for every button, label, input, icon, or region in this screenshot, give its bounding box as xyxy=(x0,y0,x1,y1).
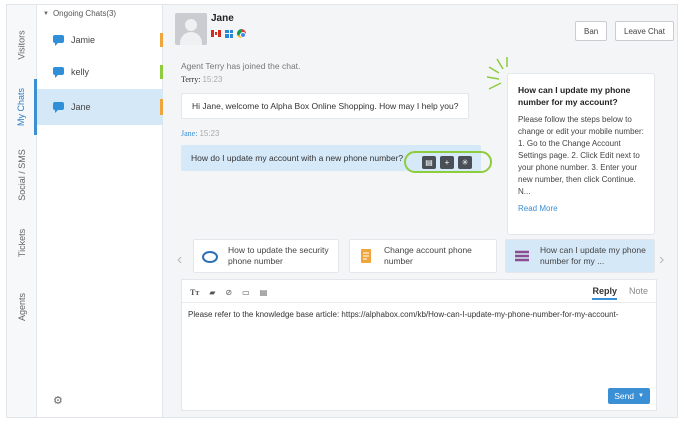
kb-search-icon[interactable]: ▤ xyxy=(422,156,436,169)
kb-article-title: How can I update my phone number for my … xyxy=(518,85,631,107)
chevron-left-icon[interactable]: ‹ xyxy=(177,251,182,269)
tab-note[interactable]: Note xyxy=(629,286,648,300)
stack-icon xyxy=(515,250,529,262)
chevron-down-icon: ▼ xyxy=(43,10,49,17)
composer-toolbar: Tт ▰ ⊘ ▭ ▤ xyxy=(190,288,267,297)
suggest-icon[interactable]: ✳ xyxy=(458,156,472,169)
image-icon[interactable]: ▭ xyxy=(242,288,250,297)
nav-rail: Visitors My Chats Social / SMS Tickets A… xyxy=(7,5,37,417)
tab-my-chats[interactable]: My Chats xyxy=(7,79,37,135)
message-time: 15:23 xyxy=(199,129,220,138)
chat-bubble-icon xyxy=(53,35,64,46)
agent-message: Hi Jane, welcome to Alpha Box Online Sho… xyxy=(181,93,470,119)
visitor-message-text: How do I update my account with a new ph… xyxy=(191,153,404,163)
reply-composer: Tт ▰ ⊘ ▭ ▤ Reply Note Please refer to th… xyxy=(181,279,657,411)
kb-article-card: How can I update my phone number for my … xyxy=(507,73,655,235)
chrome-icon xyxy=(237,29,246,38)
system-message: Agent Terry has joined the chat. xyxy=(181,61,301,71)
windows-icon xyxy=(225,29,233,38)
quick-reply-icon[interactable]: ▰ xyxy=(209,288,215,297)
reply-input[interactable]: Please refer to the knowledge base artic… xyxy=(188,310,618,319)
chat-item-name: Jamie xyxy=(71,35,96,45)
composer-tabs: Reply Note xyxy=(592,286,648,300)
chat-bubble-icon xyxy=(53,67,64,78)
send-label: Send xyxy=(614,391,635,401)
chat-item-jane[interactable]: Jane xyxy=(37,89,163,125)
chat-item-kelly[interactable]: kelly xyxy=(37,57,163,87)
canada-flag-icon xyxy=(211,30,221,37)
visitor-name: Jane xyxy=(211,13,234,24)
chat-bubble-icon xyxy=(53,102,64,113)
chat-item-jamie[interactable]: Jamie xyxy=(37,25,163,55)
cloud-icon xyxy=(202,251,218,263)
chat-item-name: Jane xyxy=(71,102,91,112)
tab-agents[interactable]: Agents xyxy=(7,279,37,335)
document-icon xyxy=(361,249,371,263)
tab-social-sms[interactable]: Social / SMS xyxy=(7,139,37,211)
chat-item-name: kelly xyxy=(71,67,90,77)
kb-article-body: Please follow the steps below to change … xyxy=(518,115,644,196)
chat-list: ▼ Ongoing Chats(3) Jamie kelly Jane ⚙ xyxy=(37,5,163,417)
ongoing-chats-group[interactable]: ▼ Ongoing Chats(3) xyxy=(43,9,116,18)
tab-tickets[interactable]: Tickets xyxy=(7,215,37,271)
group-label: Ongoing Chats(3) xyxy=(52,9,117,18)
chevron-right-icon[interactable]: › xyxy=(659,251,664,269)
tab-visitors[interactable]: Visitors xyxy=(7,15,37,75)
visitor-sender: Jane: 15:23 xyxy=(181,129,220,138)
read-more-link[interactable]: Read More xyxy=(518,204,644,213)
suggestion-item[interactable]: Change account phone number xyxy=(349,239,497,273)
app-window: Visitors My Chats Social / SMS Tickets A… xyxy=(6,4,678,418)
agent-sender: Terry: 15:23 xyxy=(181,75,223,84)
ban-button[interactable]: Ban xyxy=(575,21,608,41)
tab-reply[interactable]: Reply xyxy=(592,286,617,300)
suggestion-item[interactable]: How can I update my phone number for my … xyxy=(505,239,655,273)
gear-icon[interactable]: ⚙ xyxy=(53,394,63,407)
add-icon[interactable]: + xyxy=(440,156,454,169)
divider xyxy=(182,302,656,303)
text-format-icon[interactable]: Tт xyxy=(190,288,199,297)
message-time: 15:23 xyxy=(202,75,223,84)
avatar xyxy=(175,13,207,45)
chat-panel: Jane Ban Leave Chat Agent Terry has join… xyxy=(163,5,677,417)
visitor-info-icons xyxy=(211,29,246,38)
canned-messages-icon[interactable]: ▤ xyxy=(260,288,268,297)
suggestion-item[interactable]: How to update the security phone number xyxy=(193,239,339,273)
chevron-down-icon: ▼ xyxy=(638,393,644,399)
leave-chat-button[interactable]: Leave Chat xyxy=(615,21,674,41)
attachment-icon[interactable]: ⊘ xyxy=(225,288,232,297)
send-button[interactable]: Send ▼ xyxy=(608,388,650,404)
